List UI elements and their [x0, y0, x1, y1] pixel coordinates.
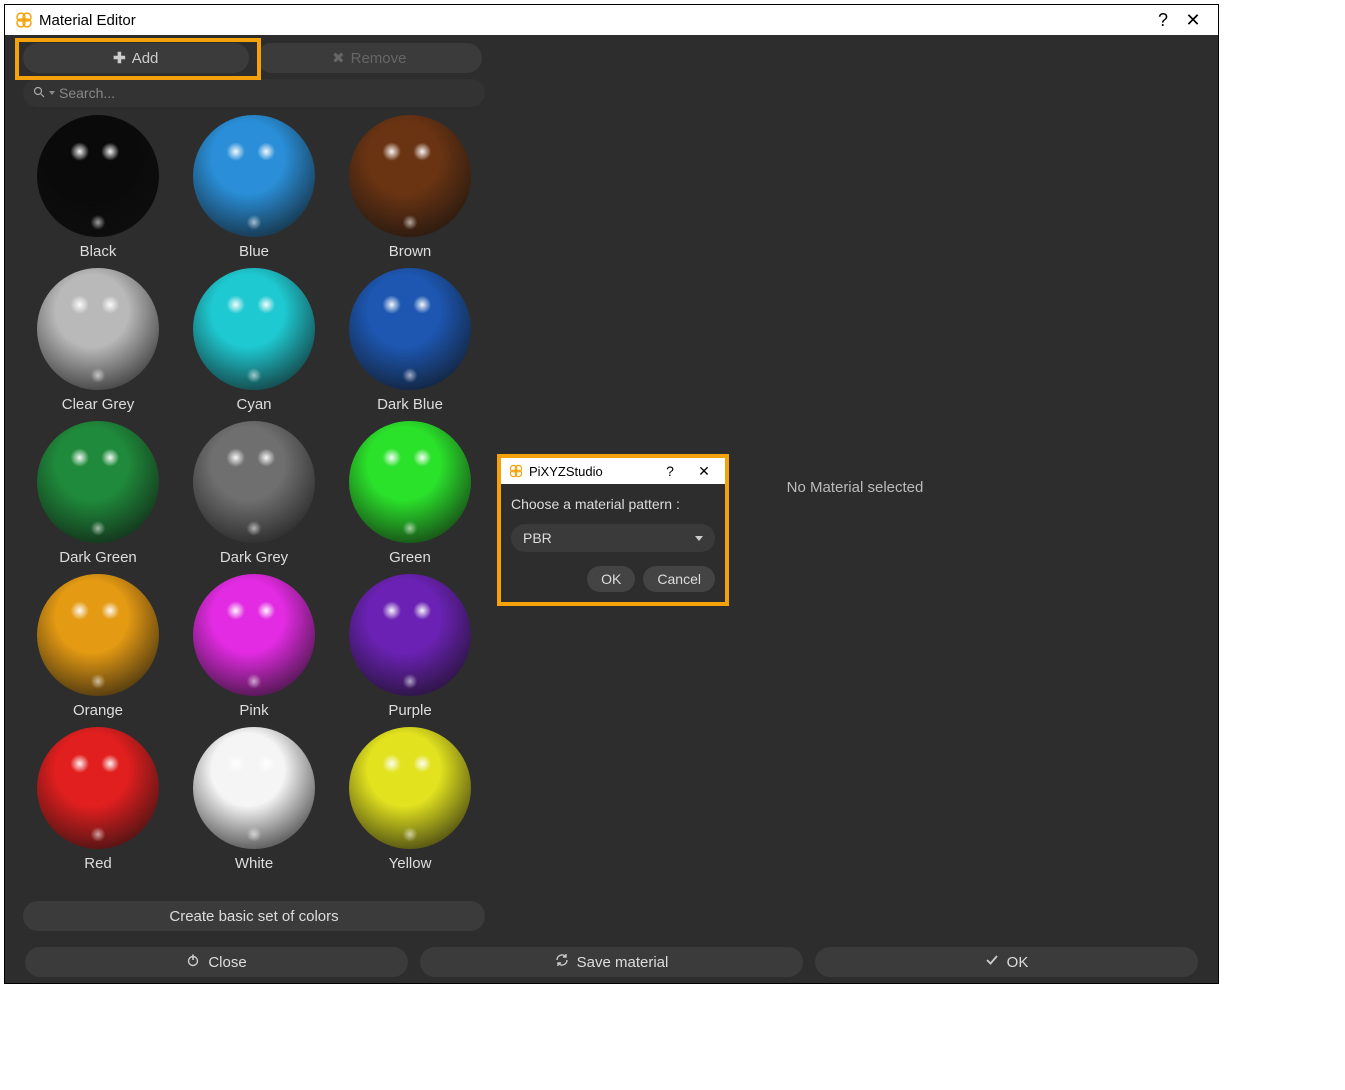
dialog-title: PiXYZStudio — [529, 464, 651, 479]
material-sphere — [193, 727, 315, 849]
material-editor-window: Material Editor ? ✕ ✚ Add ✖ Remove — [4, 4, 1219, 984]
remove-button-label: Remove — [351, 50, 407, 67]
material-label: Brown — [389, 243, 432, 260]
material-sphere — [37, 727, 159, 849]
search-filter-dropdown-icon[interactable] — [49, 91, 55, 95]
material-item[interactable]: Purple — [335, 574, 485, 723]
refresh-icon — [555, 953, 569, 971]
dialog-titlebar: PiXYZStudio ? ✕ — [501, 458, 725, 484]
material-item[interactable]: Cyan — [179, 268, 329, 417]
material-item[interactable]: Brown — [335, 115, 485, 264]
material-item[interactable]: Orange — [23, 574, 173, 723]
material-sphere — [193, 268, 315, 390]
dialog-help-button[interactable]: ? — [655, 463, 685, 479]
material-sphere — [37, 421, 159, 543]
material-label: Blue — [239, 243, 269, 260]
save-button-label: Save material — [577, 954, 669, 971]
material-sphere — [37, 115, 159, 237]
material-sphere — [193, 421, 315, 543]
material-label: Cyan — [236, 396, 271, 413]
add-button[interactable]: ✚ Add — [23, 43, 249, 73]
dialog-cancel-label: Cancel — [657, 571, 701, 587]
save-material-button[interactable]: Save material — [420, 947, 803, 977]
material-item[interactable]: Clear Grey — [23, 268, 173, 417]
material-label: Yellow — [389, 855, 432, 872]
pattern-dialog: PiXYZStudio ? ✕ Choose a material patter… — [497, 454, 729, 606]
chevron-down-icon — [695, 536, 703, 541]
material-sphere — [349, 421, 471, 543]
material-label: Dark Green — [59, 549, 137, 566]
close-window-button[interactable]: ✕ — [1178, 5, 1208, 35]
search-icon — [33, 85, 45, 101]
dialog-close-button[interactable]: ✕ — [689, 463, 719, 480]
material-sphere — [349, 727, 471, 849]
ok-button[interactable]: OK — [815, 947, 1198, 977]
materials-grid-wrap: Black Blue Brown Clear Grey Cyan Dark Blue Dar… — [23, 115, 491, 893]
material-label: Purple — [388, 702, 431, 719]
toolbar-row: ✚ Add ✖ Remove — [23, 43, 482, 73]
material-label: Pink — [239, 702, 268, 719]
titlebar: Material Editor ? ✕ — [5, 5, 1218, 35]
help-button[interactable]: ? — [1148, 5, 1178, 35]
plus-icon: ✚ — [113, 49, 126, 67]
materials-panel: ✚ Add ✖ Remove Black Blue Brown Clear Grey C… — [5, 35, 492, 939]
remove-button[interactable]: ✖ Remove — [257, 43, 483, 73]
material-sphere — [37, 268, 159, 390]
material-item[interactable]: Yellow — [335, 727, 485, 876]
material-sphere — [349, 574, 471, 696]
material-item[interactable]: White — [179, 727, 329, 876]
create-basic-colors-button[interactable]: Create basic set of colors — [23, 901, 485, 931]
material-label: Dark Grey — [220, 549, 288, 566]
app-icon — [15, 11, 33, 29]
material-sphere — [349, 268, 471, 390]
close-button[interactable]: Close — [25, 947, 408, 977]
material-label: White — [235, 855, 273, 872]
material-label: Clear Grey — [62, 396, 135, 413]
material-item[interactable]: Black — [23, 115, 173, 264]
material-item[interactable]: Dark Grey — [179, 421, 329, 570]
material-sphere — [193, 115, 315, 237]
pattern-select-value: PBR — [523, 530, 552, 546]
dialog-ok-label: OK — [601, 571, 621, 587]
dialog-ok-button[interactable]: OK — [587, 566, 635, 592]
material-sphere — [349, 115, 471, 237]
power-icon — [186, 953, 200, 971]
dialog-prompt: Choose a material pattern : — [511, 496, 715, 512]
ok-button-label: OK — [1007, 954, 1029, 971]
materials-grid: Black Blue Brown Clear Grey Cyan Dark Blue Dar… — [23, 115, 491, 893]
material-item[interactable]: Pink — [179, 574, 329, 723]
close-button-label: Close — [208, 954, 246, 971]
add-button-label: Add — [132, 50, 159, 67]
search-input[interactable] — [59, 85, 475, 101]
dialog-body: Choose a material pattern : PBR OK Cance… — [501, 484, 725, 602]
window-title: Material Editor — [39, 12, 136, 29]
material-item[interactable]: Dark Green — [23, 421, 173, 570]
dialog-cancel-button[interactable]: Cancel — [643, 566, 715, 592]
material-label: Dark Blue — [377, 396, 443, 413]
create-basic-colors-label: Create basic set of colors — [169, 908, 338, 925]
dialog-button-row: OK Cancel — [511, 566, 715, 592]
footer: Close Save material OK — [5, 939, 1218, 985]
material-item[interactable]: Dark Blue — [335, 268, 485, 417]
material-label: Red — [84, 855, 112, 872]
empty-state-text: No Material selected — [787, 479, 924, 496]
material-sphere — [37, 574, 159, 696]
app-icon — [509, 464, 523, 478]
material-label: Orange — [73, 702, 123, 719]
remove-icon: ✖ — [332, 49, 345, 67]
material-item[interactable]: Red — [23, 727, 173, 876]
material-label: Black — [80, 243, 117, 260]
material-item[interactable]: Blue — [179, 115, 329, 264]
search-bar[interactable] — [23, 79, 485, 107]
main-area: ✚ Add ✖ Remove Black Blue Brown Clear Grey C… — [5, 35, 1218, 939]
material-label: Green — [389, 549, 431, 566]
check-icon — [985, 953, 999, 971]
material-sphere — [193, 574, 315, 696]
pattern-select[interactable]: PBR — [511, 524, 715, 552]
material-item[interactable]: Green — [335, 421, 485, 570]
